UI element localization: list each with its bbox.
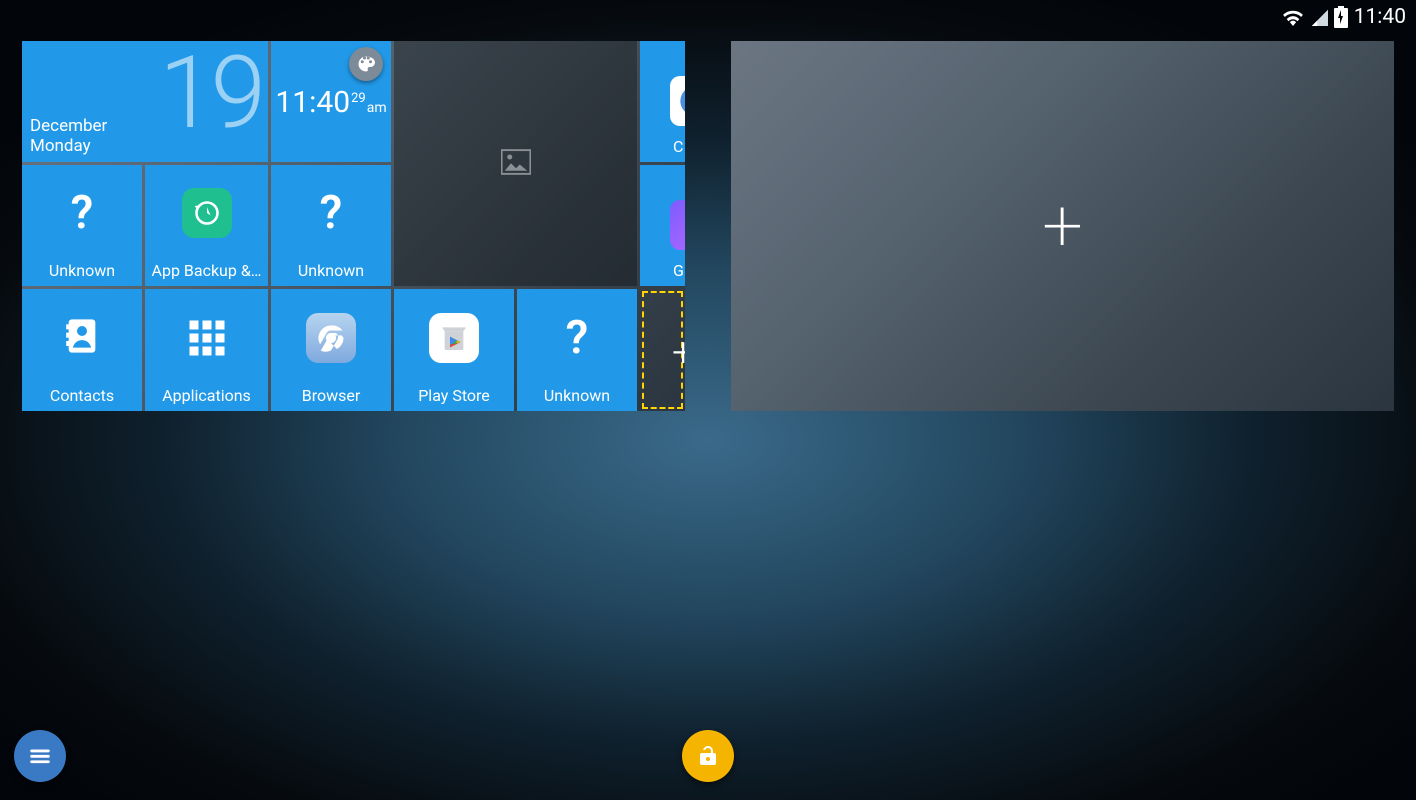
wifi-icon	[1282, 8, 1304, 26]
tile-label: Unknown	[277, 261, 385, 280]
image-placeholder-icon	[501, 149, 531, 179]
unlock-button[interactable]	[682, 730, 734, 782]
tile-play-store[interactable]: Play Store	[394, 289, 514, 411]
tile-contacts[interactable]: Contacts	[22, 289, 142, 411]
tile-label: G	[673, 261, 684, 280]
home-page-thumbnail-1[interactable]: 19 December Monday 11:40 29 am	[22, 41, 685, 411]
date-tile[interactable]: 19 December Monday	[22, 41, 268, 162]
question-icon: ?	[566, 311, 589, 365]
question-icon: ?	[320, 186, 343, 240]
app-icon	[670, 200, 685, 250]
plus-icon: +	[1042, 190, 1083, 262]
browser-icon	[306, 313, 356, 363]
date-weekday: Monday	[30, 136, 91, 156]
tile-grid: 19 December Monday 11:40 29 am	[22, 41, 685, 411]
clock-time: 11:40	[275, 85, 350, 120]
tile-label: Browser	[277, 386, 385, 405]
tile-applications[interactable]: Applications	[145, 289, 268, 411]
contacts-icon	[62, 316, 102, 360]
tile-label: Unknown	[523, 386, 631, 405]
tile-label: Applications	[151, 386, 262, 405]
tile-unknown-1[interactable]: ? Unknown	[22, 165, 142, 286]
tile-label: C	[673, 137, 683, 156]
plus-icon: +	[672, 329, 685, 376]
status-bar: 11:40	[1272, 0, 1416, 34]
app-icon	[670, 76, 685, 126]
tile-label: App Backup &…	[151, 261, 262, 280]
partial-tile-gallery[interactable]: G	[640, 165, 685, 286]
theme-button[interactable]	[349, 47, 383, 81]
partial-tile-contacts[interactable]: C	[640, 41, 685, 162]
apps-grid-icon	[189, 320, 224, 355]
date-month: December	[30, 116, 107, 136]
date-day-number: 19	[159, 41, 262, 152]
add-tile-placeholder[interactable]: +	[640, 289, 685, 411]
cell-signal-icon	[1310, 8, 1328, 26]
unlock-icon	[696, 744, 720, 768]
tile-label: Unknown	[28, 261, 136, 280]
status-time: 11:40	[1354, 5, 1406, 29]
photo-widget-tile[interactable]	[394, 41, 637, 286]
play-store-icon	[429, 313, 479, 363]
menu-button[interactable]	[14, 730, 66, 782]
question-icon: ?	[71, 186, 94, 240]
tile-unknown-2[interactable]: ? Unknown	[271, 165, 391, 286]
tile-label: Contacts	[28, 386, 136, 405]
backup-icon	[182, 188, 232, 238]
clock-seconds: 29	[351, 91, 366, 106]
hamburger-icon	[27, 743, 53, 769]
add-home-page-button[interactable]: +	[731, 41, 1394, 411]
tile-browser[interactable]: Browser	[271, 289, 391, 411]
clock-ampm: am	[367, 100, 387, 116]
battery-charging-icon	[1334, 6, 1348, 28]
clock-tile[interactable]: 11:40 29 am	[271, 41, 391, 162]
tile-app-backup[interactable]: App Backup &…	[145, 165, 268, 286]
tile-unknown-3[interactable]: ? Unknown	[517, 289, 637, 411]
tile-label: Play Store	[400, 386, 508, 405]
